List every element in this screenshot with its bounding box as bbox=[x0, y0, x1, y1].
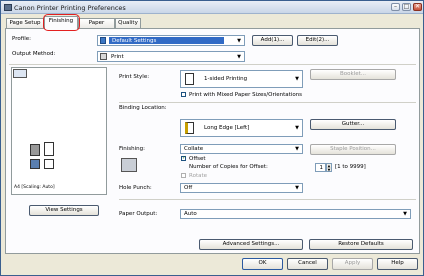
binding-edge-icon bbox=[185, 122, 194, 134]
chevron-down-icon: ▼ bbox=[295, 185, 299, 191]
rotate-label: Rotate bbox=[189, 173, 208, 179]
offset-stack-icon bbox=[121, 158, 137, 172]
separator bbox=[9, 64, 416, 65]
print-style-label: Print Style: bbox=[119, 74, 150, 80]
chevron-down-icon: ▼ bbox=[403, 211, 407, 217]
one-sided-icon bbox=[185, 73, 194, 85]
finishing-select[interactable]: Collate ▼ bbox=[180, 144, 303, 154]
edit-profile-button[interactable]: Edit(2)... bbox=[297, 35, 338, 46]
view-settings-button[interactable]: View Settings bbox=[29, 205, 99, 216]
offset-copies-spinner[interactable]: ▲ ▼ bbox=[326, 163, 332, 172]
preview-toggle-icon[interactable] bbox=[13, 69, 27, 78]
binding-location-select[interactable]: Long Edge [Left] ▼ bbox=[180, 119, 303, 137]
output-method-label: Output Method: bbox=[12, 51, 56, 57]
close-window-button[interactable]: ✕ bbox=[413, 3, 422, 11]
restore-defaults-button[interactable]: Restore Defaults bbox=[309, 239, 413, 250]
output-method-value: Print bbox=[111, 53, 124, 60]
gutter-button[interactable]: Gutter... bbox=[310, 119, 396, 130]
maximize-button[interactable]: □ bbox=[402, 3, 411, 11]
offset-checkbox[interactable] bbox=[181, 155, 186, 161]
profile-icon bbox=[100, 37, 106, 44]
cancel-button[interactable]: Cancel bbox=[287, 258, 328, 270]
minimize-button[interactable]: – bbox=[391, 3, 400, 11]
add-profile-button[interactable]: Add(1)... bbox=[252, 35, 293, 46]
help-button[interactable]: Help bbox=[377, 258, 418, 270]
print-style-select[interactable]: 1-sided Printing ▼ bbox=[180, 70, 303, 88]
chevron-down-icon: ▼ bbox=[295, 146, 299, 152]
profile-value: Default Settings bbox=[112, 37, 157, 44]
profile-label: Profile: bbox=[12, 36, 31, 42]
mixed-sizes-checkbox[interactable] bbox=[181, 92, 186, 97]
chevron-down-icon: ▼ bbox=[237, 37, 241, 44]
stack-icon bbox=[30, 159, 40, 169]
printing-preferences-window: Canon Printer Printing Preferences – □ ✕… bbox=[0, 0, 424, 276]
preview-pane: A4 [Scaling: Auto] bbox=[11, 67, 107, 195]
finishing-value: Collate bbox=[184, 146, 204, 152]
mixed-sizes-label: Print with Mixed Paper Sizes/Orientation… bbox=[189, 92, 303, 98]
tab-quality[interactable]: Quality bbox=[115, 18, 141, 28]
binding-location-value: Long Edge [Left] bbox=[204, 125, 250, 131]
title-bar: Canon Printer Printing Preferences – □ ✕ bbox=[1, 1, 423, 14]
print-style-value: 1-sided Printing bbox=[204, 76, 248, 82]
separator bbox=[119, 199, 416, 200]
booklet-button[interactable]: Booklet... bbox=[310, 69, 396, 80]
hole-punch-label: Hole Punch: bbox=[119, 185, 152, 191]
hole-punch-value: Off bbox=[184, 185, 193, 191]
offset-label: Offset bbox=[189, 156, 206, 162]
page-preview-icon bbox=[44, 142, 54, 156]
chevron-down-icon: ▼ bbox=[237, 53, 241, 60]
staple-position-button[interactable]: Staple Position... bbox=[310, 144, 396, 155]
separator bbox=[119, 102, 416, 103]
ok-button[interactable]: OK bbox=[242, 258, 283, 270]
printer-icon bbox=[100, 53, 107, 60]
tab-page-setup[interactable]: Page Setup bbox=[6, 18, 44, 28]
window-title: Canon Printer Printing Preferences bbox=[14, 4, 126, 12]
offset-copies-range: [1 to 9999] bbox=[335, 164, 366, 170]
printer-app-icon bbox=[4, 4, 12, 11]
advanced-settings-button[interactable]: Advanced Settings... bbox=[199, 239, 303, 250]
rotate-checkbox[interactable] bbox=[181, 173, 186, 178]
tab-paper-source[interactable]: Paper Source bbox=[78, 18, 115, 35]
offset-copies-input[interactable]: 1 bbox=[315, 163, 326, 172]
printer-device-icon bbox=[30, 144, 40, 156]
page-icon bbox=[44, 159, 54, 169]
hole-punch-select[interactable]: Off ▼ bbox=[180, 183, 303, 193]
preview-caption: A4 [Scaling: Auto] bbox=[14, 185, 55, 190]
paper-output-select[interactable]: Auto ▼ bbox=[180, 209, 411, 219]
paper-output-label: Paper Output: bbox=[119, 211, 158, 217]
chevron-down-icon: ▼ bbox=[295, 125, 299, 131]
chevron-down-icon: ▼ bbox=[295, 76, 299, 82]
paper-output-value: Auto bbox=[184, 211, 197, 217]
output-method-select[interactable]: Print ▼ bbox=[97, 51, 245, 62]
tab-highlight-ring bbox=[43, 14, 80, 31]
offset-copies-label: Number of Copies for Offset: bbox=[189, 164, 268, 170]
profile-select[interactable]: Default Settings ▼ bbox=[97, 35, 245, 46]
binding-location-label: Binding Location: bbox=[119, 105, 167, 111]
finishing-label: Finishing: bbox=[119, 146, 146, 152]
apply-button[interactable]: Apply bbox=[332, 258, 373, 270]
